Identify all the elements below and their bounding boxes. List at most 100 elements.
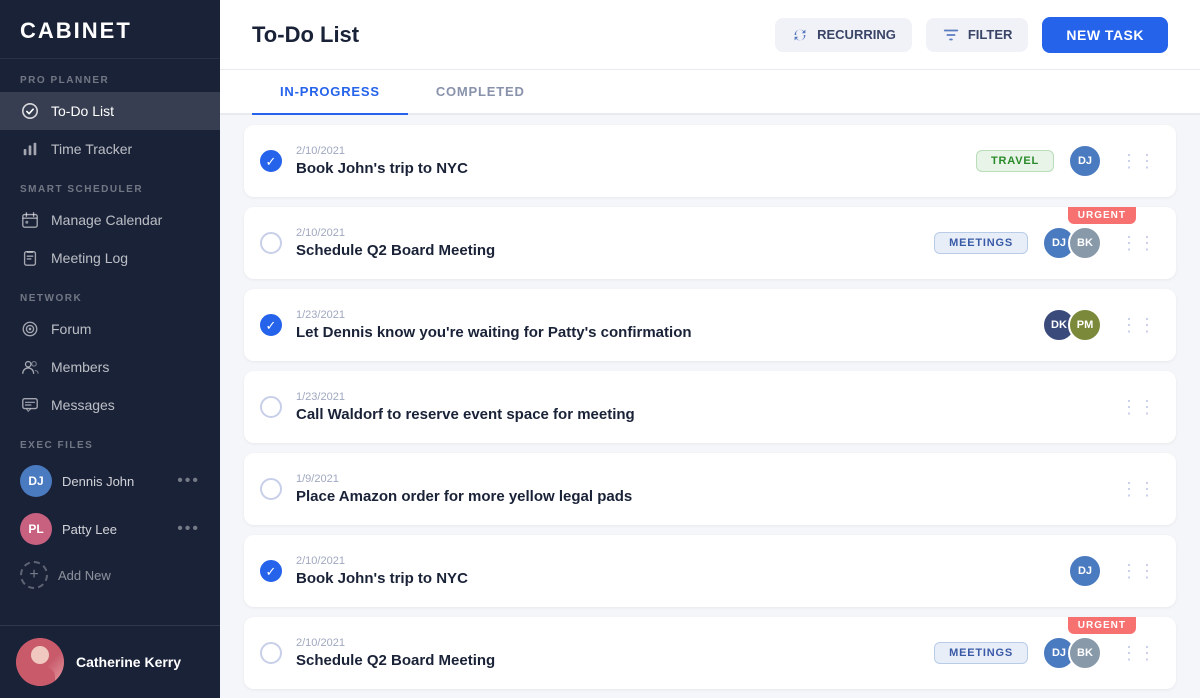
drag-handle[interactable]: ⋮⋮ (1116, 315, 1160, 336)
add-circle-icon: + (20, 561, 48, 589)
exec-files-list: DJ Dennis John ••• PL Patty Lee ••• + Ad… (0, 457, 220, 625)
checkmark: ✓ (266, 319, 277, 332)
exec-more-dennis[interactable]: ••• (177, 472, 200, 490)
task-title: Schedule Q2 Board Meeting (296, 242, 934, 259)
task-title: Place Amazon order for more yellow legal… (296, 488, 1116, 505)
sidebar-item-label: Messages (51, 397, 115, 413)
task-title: Book John's trip to NYC (296, 570, 1068, 587)
task-row: ✓ 2/10/2021 Book John's trip to NYC TRAV… (244, 125, 1176, 197)
recurring-button[interactable]: RECURRING (775, 18, 912, 52)
sidebar-item-label: Members (51, 359, 109, 375)
task-date: 2/10/2021 (296, 555, 1068, 567)
exec-avatar-dennis: DJ (20, 465, 52, 497)
task-checkbox[interactable] (260, 396, 282, 418)
drag-handle[interactable]: ⋮⋮ (1116, 233, 1160, 254)
task-info: 2/10/2021 Schedule Q2 Board Meeting (296, 637, 934, 669)
task-avatar: BK (1068, 636, 1102, 670)
sidebar-item-label: To-Do List (51, 103, 114, 119)
filter-icon (942, 26, 960, 44)
calendar-icon (20, 210, 40, 230)
recurring-icon (791, 26, 809, 44)
task-checkbox[interactable] (260, 642, 282, 664)
drag-handle[interactable]: ⋮⋮ (1116, 643, 1160, 664)
sidebar-item-todo[interactable]: To-Do List (0, 92, 220, 130)
new-task-button[interactable]: NEW TASK (1042, 17, 1168, 53)
recurring-label: RECURRING (817, 27, 896, 42)
sidebar-item-meeting-log[interactable]: Meeting Log (0, 239, 220, 277)
task-list: ✓ 2/10/2021 Book John's trip to NYC TRAV… (220, 115, 1200, 698)
sidebar-item-time-tracker[interactable]: Time Tracker (0, 130, 220, 168)
task-row: URGENT 2/10/2021 Schedule Q2 Board Meeti… (244, 617, 1176, 689)
exec-avatar-patty: PL (20, 513, 52, 545)
exec-more-patty[interactable]: ••• (177, 520, 200, 538)
filter-button[interactable]: FILTER (926, 18, 1029, 52)
add-new-label: Add New (58, 568, 111, 583)
avatar-image (16, 638, 64, 686)
task-date: 1/23/2021 (296, 309, 1042, 321)
task-date: 1/9/2021 (296, 473, 1116, 485)
task-checkbox[interactable]: ✓ (260, 560, 282, 582)
task-date: 1/23/2021 (296, 391, 1116, 403)
task-checkbox[interactable]: ✓ (260, 150, 282, 172)
exec-item-dennis[interactable]: DJ Dennis John ••• (0, 457, 220, 505)
main-header: To-Do List RECURRING FILTER NEW TASK (220, 0, 1200, 70)
task-checkbox[interactable]: ✓ (260, 314, 282, 336)
task-avatars: DKPM (1042, 308, 1102, 342)
header-actions: RECURRING FILTER NEW TASK (775, 17, 1168, 53)
task-checkbox[interactable] (260, 232, 282, 254)
sidebar-item-manage-calendar[interactable]: Manage Calendar (0, 201, 220, 239)
clipboard-icon (20, 248, 40, 268)
forum-icon (20, 319, 40, 339)
task-avatars: DJBK (1042, 226, 1102, 260)
sidebar-item-label: Manage Calendar (51, 212, 162, 228)
task-avatars: DJBK (1042, 636, 1102, 670)
section-label-smart-scheduler: SMART SCHEDULER (0, 168, 220, 201)
messages-icon (20, 395, 40, 415)
drag-handle[interactable]: ⋮⋮ (1116, 561, 1160, 582)
exec-item-patty[interactable]: PL Patty Lee ••• (0, 505, 220, 553)
user-name: Catherine Kerry (76, 654, 181, 670)
drag-handle[interactable]: ⋮⋮ (1116, 479, 1160, 500)
task-row: 1/9/2021 Place Amazon order for more yel… (244, 453, 1176, 525)
app-logo: CABINET (0, 0, 220, 59)
task-checkbox[interactable] (260, 478, 282, 500)
new-task-label: NEW TASK (1066, 27, 1144, 43)
tabs-bar: IN-PROGRESS COMPLETED (220, 70, 1200, 115)
task-badge: TRAVEL (976, 150, 1054, 172)
members-icon (20, 357, 40, 377)
check-circle-icon (20, 101, 40, 121)
task-row: ✓ 2/10/2021 Book John's trip to NYC DJ ⋮⋮ (244, 535, 1176, 607)
task-row: ✓ 1/23/2021 Let Dennis know you're waiti… (244, 289, 1176, 361)
page-title: To-Do List (252, 22, 359, 48)
add-new-exec-button[interactable]: + Add New (0, 553, 220, 597)
user-footer[interactable]: Catherine Kerry (0, 625, 220, 698)
task-avatars: DJ (1068, 554, 1102, 588)
sidebar-item-messages[interactable]: Messages (0, 386, 220, 424)
drag-handle[interactable]: ⋮⋮ (1116, 151, 1160, 172)
exec-name-dennis: Dennis John (62, 474, 167, 489)
task-avatar: DJ (1068, 554, 1102, 588)
task-avatar: BK (1068, 226, 1102, 260)
sidebar-item-forum[interactable]: Forum (0, 310, 220, 348)
task-row: URGENT 2/10/2021 Schedule Q2 Board Meeti… (244, 207, 1176, 279)
task-date: 2/10/2021 (296, 227, 934, 239)
task-date: 2/10/2021 (296, 145, 976, 157)
drag-handle[interactable]: ⋮⋮ (1116, 397, 1160, 418)
task-title: Call Waldorf to reserve event space for … (296, 406, 1116, 423)
task-badge: MEETINGS (934, 232, 1028, 254)
task-avatar: DJ (1068, 144, 1102, 178)
task-info: 1/23/2021 Let Dennis know you're waiting… (296, 309, 1042, 341)
exec-name-patty: Patty Lee (62, 522, 167, 537)
tab-in-progress[interactable]: IN-PROGRESS (252, 70, 408, 115)
task-info: 1/9/2021 Place Amazon order for more yel… (296, 473, 1116, 505)
section-label-pro-planner: PRO PLANNER (0, 59, 220, 92)
section-label-network: NETWORK (0, 277, 220, 310)
sidebar: CABINET PRO PLANNER To-Do List Time Trac… (0, 0, 220, 698)
tab-completed[interactable]: COMPLETED (408, 70, 553, 115)
sidebar-item-members[interactable]: Members (0, 348, 220, 386)
checkmark: ✓ (266, 155, 277, 168)
user-avatar (16, 638, 64, 686)
chart-icon (20, 139, 40, 159)
sidebar-item-label: Meeting Log (51, 250, 128, 266)
filter-label: FILTER (968, 27, 1013, 42)
